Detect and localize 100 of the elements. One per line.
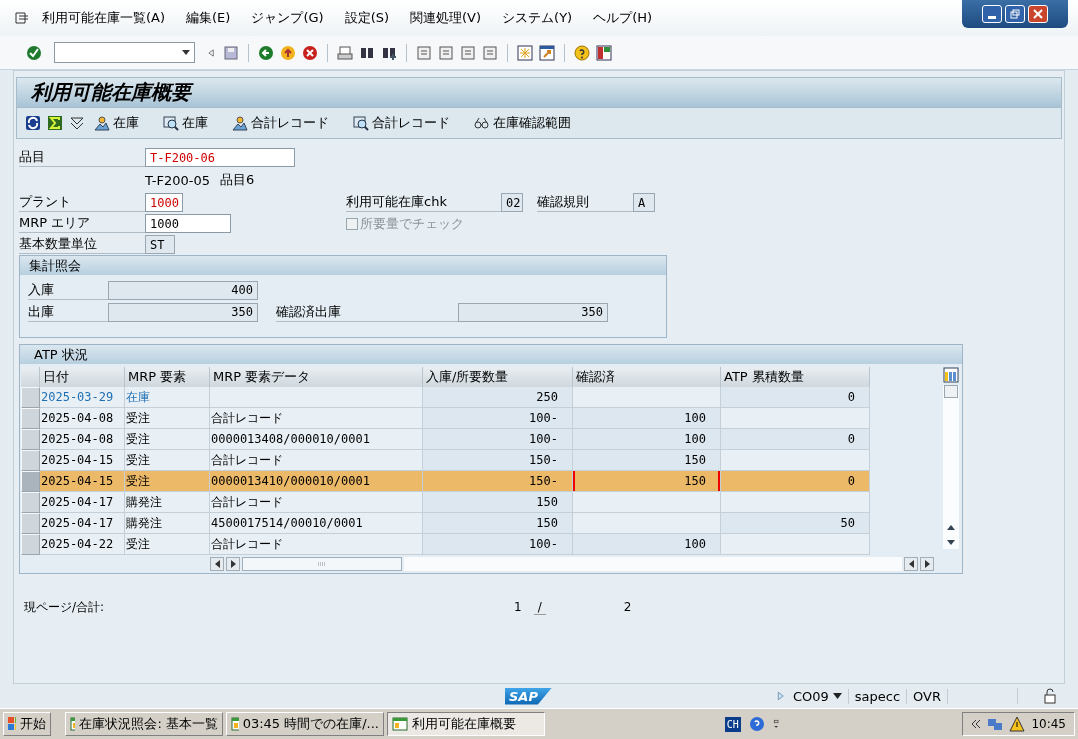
panel-title: ATP 状況: [20, 345, 962, 364]
filter-icon[interactable]: [69, 115, 85, 131]
back-icon[interactable]: [258, 44, 274, 61]
toolbar-button[interactable]: 在庫確認範囲: [471, 114, 574, 132]
command-field[interactable]: [54, 42, 195, 63]
save-icon[interactable]: [223, 44, 239, 61]
table-cell: 受注: [125, 450, 210, 471]
sum-icon[interactable]: [47, 115, 63, 131]
table-cell: 2025-04-15: [40, 450, 125, 471]
window-icon: [392, 716, 408, 732]
right-arrow-icon: [230, 560, 236, 568]
start-button[interactable]: 开始: [3, 712, 51, 736]
menu-item[interactable]: 設定(S): [344, 9, 390, 27]
column-header[interactable]: MRP 要素: [125, 367, 210, 387]
window-icon: [231, 716, 239, 732]
left-arrow-icon: [214, 560, 220, 568]
availability-check-field: 02: [501, 193, 523, 212]
menu-item[interactable]: 利用可能在庫一覧(A): [42, 9, 166, 27]
cancel-icon[interactable]: [302, 44, 318, 61]
table-cell: 購発注: [125, 513, 210, 534]
toolbar-button[interactable]: 合計レコード: [350, 114, 453, 132]
exit-icon[interactable]: [280, 44, 296, 61]
toolbar-button[interactable]: 在庫: [91, 114, 142, 132]
enter-icon[interactable]: [26, 44, 42, 61]
total-pages: 2: [623, 600, 632, 614]
taskbar-button[interactable]: 利用可能在庫概要: [387, 712, 545, 736]
menu-item[interactable]: ヘルプ(H): [593, 9, 653, 27]
table-cell: 2025-04-08: [40, 429, 125, 450]
scroll-right-button[interactable]: [226, 557, 240, 571]
menu-icon[interactable]: [14, 10, 30, 26]
magnifier-icon[interactable]: [353, 115, 369, 131]
column-settings-icon[interactable]: [943, 367, 959, 383]
table-cell: 0000013410/000010/0001: [210, 471, 423, 492]
table-cell: 購発注: [125, 492, 210, 513]
scroll-left-button[interactable]: [904, 557, 918, 571]
help-icon[interactable]: [748, 716, 765, 732]
shortcut-icon[interactable]: [539, 44, 555, 61]
table-cell: 100-: [423, 429, 573, 450]
current-page: 1: [514, 600, 522, 614]
field-label: 確認済出庫: [276, 302, 458, 322]
network-icon[interactable]: [987, 716, 1004, 732]
menu-item[interactable]: システム(Y): [502, 9, 573, 27]
warning-icon[interactable]: [1009, 716, 1026, 732]
column-header[interactable]: 確認済: [573, 367, 721, 387]
new-window-icon[interactable]: [517, 44, 533, 61]
scroll-thumb[interactable]: [242, 557, 402, 571]
table-cell: 合計レコード: [210, 492, 423, 513]
scroll-right-button[interactable]: [920, 557, 934, 571]
table-cell: 100: [573, 534, 721, 555]
display-icon[interactable]: [94, 115, 110, 131]
column-header[interactable]: MRP 要素データ: [210, 367, 423, 387]
select-all-cell[interactable]: [21, 367, 40, 387]
mrp-area-field[interactable]: 1000: [145, 214, 231, 233]
table-cell: 2025-03-29: [40, 387, 125, 408]
table-cell: 0: [721, 471, 870, 492]
layout-icon[interactable]: [596, 44, 612, 61]
column-header[interactable]: 入庫/所要数量: [423, 367, 573, 387]
server-name: sapecc: [848, 688, 908, 704]
language-indicator[interactable]: CH: [724, 716, 741, 732]
menu-item[interactable]: 編集(E): [186, 9, 231, 27]
print-icon[interactable]: [337, 44, 353, 61]
restore-button[interactable]: [1005, 5, 1025, 23]
glasses-icon[interactable]: [474, 115, 490, 131]
table-cell: 2025-04-22: [40, 534, 125, 555]
scroll-down-icon[interactable]: [947, 540, 955, 545]
caret-icon[interactable]: [182, 50, 190, 55]
toolbar-button[interactable]: 在庫: [160, 114, 211, 132]
windows-logo-icon: [8, 717, 16, 731]
caret-icon[interactable]: [832, 693, 842, 699]
grip-icon: [318, 562, 326, 566]
vertical-scrollbar[interactable]: [943, 385, 959, 549]
magnifier-icon[interactable]: [163, 115, 179, 131]
table-cell: 在庫: [125, 387, 210, 408]
chevron-icon[interactable]: [971, 719, 982, 729]
menu-item[interactable]: ジャンプ(G): [251, 9, 324, 27]
plant-field[interactable]: 1000: [145, 193, 183, 212]
taskbar-button[interactable]: 03:45 時間での在庫/...: [226, 712, 384, 736]
minimize-button[interactable]: [982, 5, 1002, 23]
column-header[interactable]: ATP 累積数量: [721, 367, 870, 387]
scroll-thumb[interactable]: [944, 385, 958, 398]
table-cell: 150: [573, 450, 721, 471]
table-cell: 0000013408/000010/0001: [210, 429, 423, 450]
lock-icon[interactable]: [1042, 688, 1058, 704]
help-icon[interactable]: [574, 44, 590, 61]
display-icon[interactable]: [232, 115, 248, 131]
transaction-code[interactable]: CO09: [786, 688, 849, 704]
close-icon: [1033, 9, 1043, 19]
close-button[interactable]: [1028, 5, 1048, 23]
pager-label: 現ページ/合計:: [24, 598, 106, 616]
taskbar-button[interactable]: 在庫状況照会: 基本一覧: [65, 712, 223, 736]
material-field[interactable]: T-F200-06: [145, 148, 295, 167]
toolbar-button[interactable]: 合計レコード: [229, 114, 332, 132]
scroll-left-button[interactable]: [210, 557, 224, 571]
scroll-up-icon[interactable]: [947, 525, 955, 530]
window-icon: [70, 716, 76, 732]
menu-item[interactable]: 関連処理(V): [410, 9, 482, 27]
left-arrow-icon: [908, 560, 914, 568]
refresh-icon[interactable]: [25, 115, 41, 131]
table-cell: 2025-04-08: [40, 408, 125, 429]
column-header[interactable]: 日付: [40, 367, 125, 387]
